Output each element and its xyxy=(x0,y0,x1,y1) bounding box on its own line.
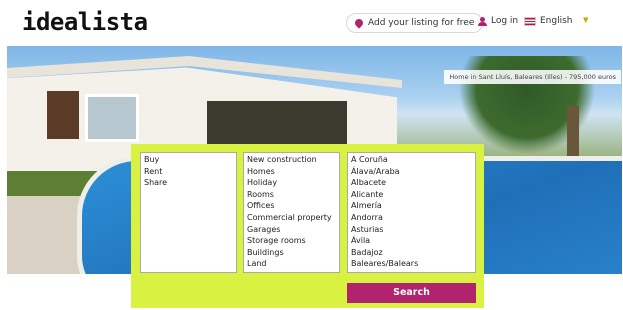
location-option[interactable]: Ávila xyxy=(351,235,472,247)
flag-icon xyxy=(524,16,536,26)
location-select[interactable]: A Coruña Álava/Araba Albacete Alicante Almer… xyxy=(347,152,476,273)
property-type-option[interactable]: Buildings xyxy=(247,247,336,259)
language-selector[interactable]: English xyxy=(524,16,573,26)
location-option[interactable]: Andorra xyxy=(351,212,472,224)
property-type-option[interactable]: Commercial property xyxy=(247,212,336,224)
user-icon xyxy=(478,16,487,26)
property-type-select[interactable]: New construction Homes Holiday Rooms Offices… xyxy=(243,152,340,273)
location-option[interactable]: Badajoz xyxy=(351,247,472,259)
pin-icon xyxy=(353,17,365,29)
login-link[interactable]: Log in xyxy=(478,16,518,26)
property-type-option[interactable]: Offices xyxy=(247,200,336,212)
search-button[interactable]: Search xyxy=(347,283,476,303)
location-option[interactable]: Alicante xyxy=(351,189,472,201)
hero-window xyxy=(85,94,139,142)
location-option[interactable]: Albacete xyxy=(351,177,472,189)
hero-caption[interactable]: Home in Sant Lluís, Baleares (Illes) - 7… xyxy=(444,70,621,84)
property-type-option[interactable]: Homes xyxy=(247,166,336,178)
property-type-option[interactable]: New construction xyxy=(247,154,336,166)
add-listing-label: Add your listing for free xyxy=(368,18,475,28)
property-type-option[interactable]: Holiday xyxy=(247,177,336,189)
login-label: Log in xyxy=(491,16,519,26)
chevron-down-icon[interactable]: ▼ xyxy=(583,16,588,24)
location-option[interactable]: Barcelona xyxy=(351,270,472,272)
add-listing-button[interactable]: Add your listing for free xyxy=(346,13,484,33)
logo[interactable]: idealista xyxy=(22,8,148,36)
location-option[interactable]: Álava/Araba xyxy=(351,166,472,178)
search-panel: Buy Rent Share New construction Homes Holida… xyxy=(131,144,484,308)
operation-option[interactable]: Buy xyxy=(144,154,233,166)
location-option[interactable]: Almería xyxy=(351,200,472,212)
property-type-option[interactable]: Storage rooms xyxy=(247,235,336,247)
property-type-option[interactable]: Garages xyxy=(247,224,336,236)
operation-select[interactable]: Buy Rent Share xyxy=(140,152,237,273)
hero-shutter xyxy=(47,91,79,139)
location-option[interactable]: Asturias xyxy=(351,224,472,236)
operation-option[interactable]: Share xyxy=(144,177,233,189)
location-option[interactable]: Baleares/Balears xyxy=(351,258,472,270)
location-option[interactable]: A Coruña xyxy=(351,154,472,166)
language-label: English xyxy=(540,16,573,26)
operation-option[interactable]: Rent xyxy=(144,166,233,178)
header: idealista Add your listing for free Log … xyxy=(0,0,623,46)
property-type-option[interactable]: Land xyxy=(247,258,336,270)
property-type-option[interactable]: Rooms xyxy=(247,189,336,201)
